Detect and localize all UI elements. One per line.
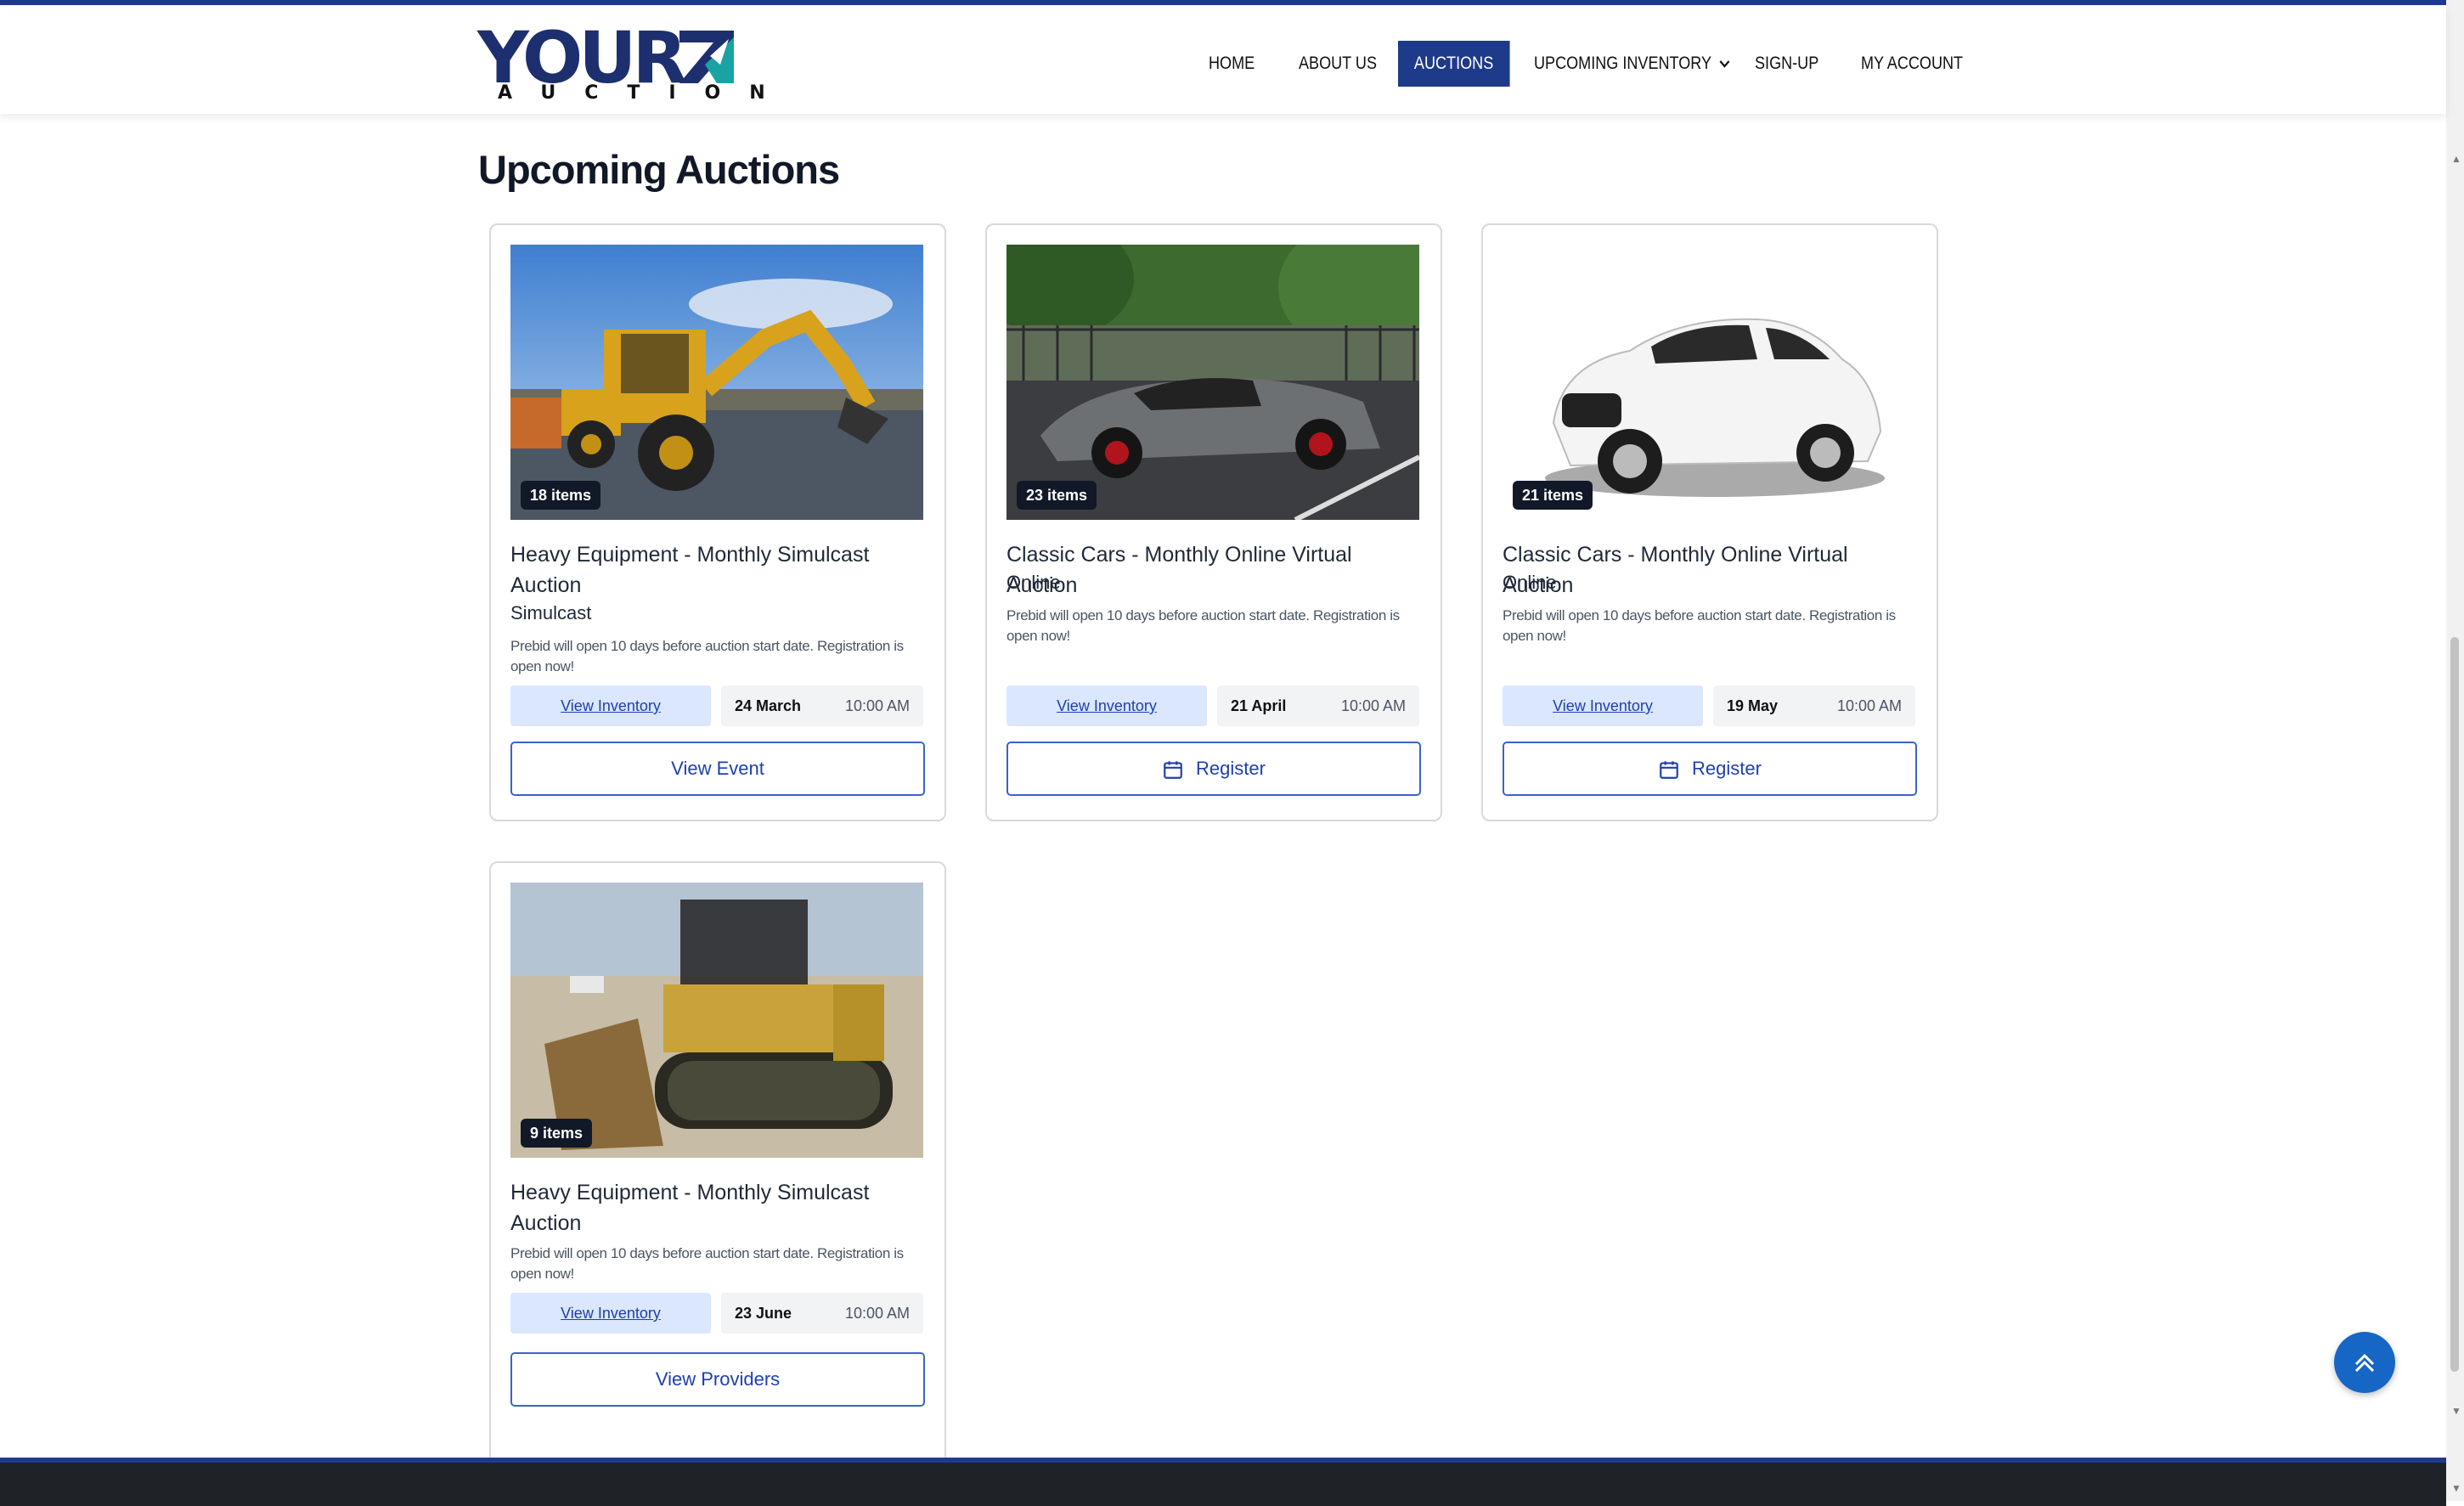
auction-date-box: 24 March 10:00 AM (721, 685, 923, 726)
view-event-button[interactable]: View Event (510, 742, 925, 796)
view-providers-button[interactable]: View Providers (510, 1352, 925, 1407)
auction-note: Prebid will open 10 days before auction … (1503, 607, 1896, 644)
items-count-badge: 23 items (1017, 481, 1097, 510)
double-chevron-up-icon (2354, 1353, 2375, 1373)
site-logo[interactable]: YOUR AUCTION (477, 22, 765, 107)
calendar-icon (1660, 761, 1678, 780)
chevron-down-icon (1719, 60, 1730, 69)
items-count-badge: 9 items (521, 1119, 593, 1148)
register-button[interactable]: Register (1006, 742, 1421, 796)
scrollbar-thumb[interactable] (2450, 637, 2459, 1372)
scroll-down-arrow-icon[interactable]: ▼ (2451, 1482, 2461, 1494)
sports-car-image (1006, 245, 1419, 520)
logo-subtitle: AUCTION (498, 82, 794, 104)
view-inventory-link[interactable]: View Inventory (510, 685, 711, 726)
view-inventory-link[interactable]: View Inventory (1006, 685, 1207, 726)
auction-image-suv[interactable]: 21 items (1503, 245, 1915, 520)
auction-time: 10:00 AM (844, 1305, 910, 1322)
site-header: YOUR AUCTION HOME ABOUT US AUCTIONS UPCO… (0, 5, 2446, 114)
auction-type: Online (1006, 572, 1061, 593)
logo-arrow-icon (679, 31, 734, 83)
auction-card: 18 items Heavy Equipment - Monthly Simul… (489, 223, 946, 821)
nav-about-us[interactable]: ABOUT US (1299, 41, 1377, 87)
site-footer (0, 1458, 2446, 1506)
auction-image-sports-car[interactable]: 23 items (1006, 245, 1419, 520)
auction-note: Prebid will open 10 days before auction … (510, 1245, 904, 1282)
scroll-down-arrow-icon[interactable]: ▼ (2451, 1405, 2461, 1417)
back-to-top-button[interactable] (2334, 1332, 2395, 1393)
auction-date: 21 April (1231, 697, 1287, 714)
calendar-icon (1164, 761, 1182, 780)
auction-date: 19 May (1727, 697, 1779, 714)
nav-home[interactable]: HOME (1209, 41, 1255, 87)
page-title: Upcoming Auctions (478, 147, 840, 192)
register-button[interactable]: Register (1503, 742, 1917, 796)
white-suv-image (1503, 245, 1915, 520)
items-count-badge: 21 items (1513, 481, 1593, 510)
auction-date-box: 19 May 10:00 AM (1713, 685, 1915, 726)
nav-upcoming-inventory[interactable]: UPCOMING INVENTORY (1534, 41, 1730, 87)
auction-title[interactable]: Heavy Equipment - Monthly Simulcast Auct… (510, 1177, 927, 1238)
bulldozer-image (510, 883, 923, 1158)
auction-date: 23 June (735, 1305, 792, 1322)
backhoe-image (510, 245, 923, 520)
auction-card: 9 items Heavy Equipment - Monthly Simulc… (489, 861, 946, 1459)
nav-upcoming-label: UPCOMING INVENTORY (1534, 54, 1712, 73)
auction-type: Simulcast (510, 602, 592, 623)
auction-title[interactable]: Classic Cars - Monthly Online Virtual Au… (1503, 539, 1919, 601)
scroll-up-arrow-icon[interactable]: ▲ (2451, 153, 2461, 165)
nav-auctions[interactable]: AUCTIONS (1398, 41, 1510, 87)
auction-date-box: 23 June 10:00 AM (721, 1293, 923, 1334)
auction-time: 10:00 AM (1836, 697, 1902, 714)
view-inventory-link[interactable]: View Inventory (510, 1293, 711, 1334)
auction-date: 24 March (735, 697, 802, 714)
auction-type: Online (1503, 572, 1557, 593)
view-inventory-link[interactable]: View Inventory (1503, 685, 1703, 726)
nav-sign-up[interactable]: SIGN-UP (1755, 41, 1818, 87)
nav-my-account[interactable]: MY ACCOUNT (1861, 41, 1963, 87)
auction-image-backhoe[interactable]: 18 items (510, 245, 923, 520)
auction-card: 23 items Classic Cars - Monthly Online V… (985, 223, 1442, 821)
auction-note: Prebid will open 10 days before auction … (1006, 607, 1400, 644)
register-label: Register (1692, 758, 1762, 779)
items-count-badge: 18 items (521, 481, 601, 510)
auction-image-bulldozer[interactable]: 9 items (510, 883, 923, 1158)
auction-note: Prebid will open 10 days before auction … (510, 638, 904, 674)
auction-time: 10:00 AM (1340, 697, 1406, 714)
auction-title[interactable]: Classic Cars - Monthly Online Virtual Au… (1006, 539, 1423, 601)
register-label: Register (1196, 758, 1266, 779)
auction-card: 21 items Classic Cars - Monthly Online V… (1481, 223, 1938, 821)
auction-title[interactable]: Heavy Equipment - Monthly Simulcast Auct… (510, 539, 927, 601)
auction-date-box: 21 April 10:00 AM (1217, 685, 1419, 726)
auction-time: 10:00 AM (844, 697, 910, 714)
